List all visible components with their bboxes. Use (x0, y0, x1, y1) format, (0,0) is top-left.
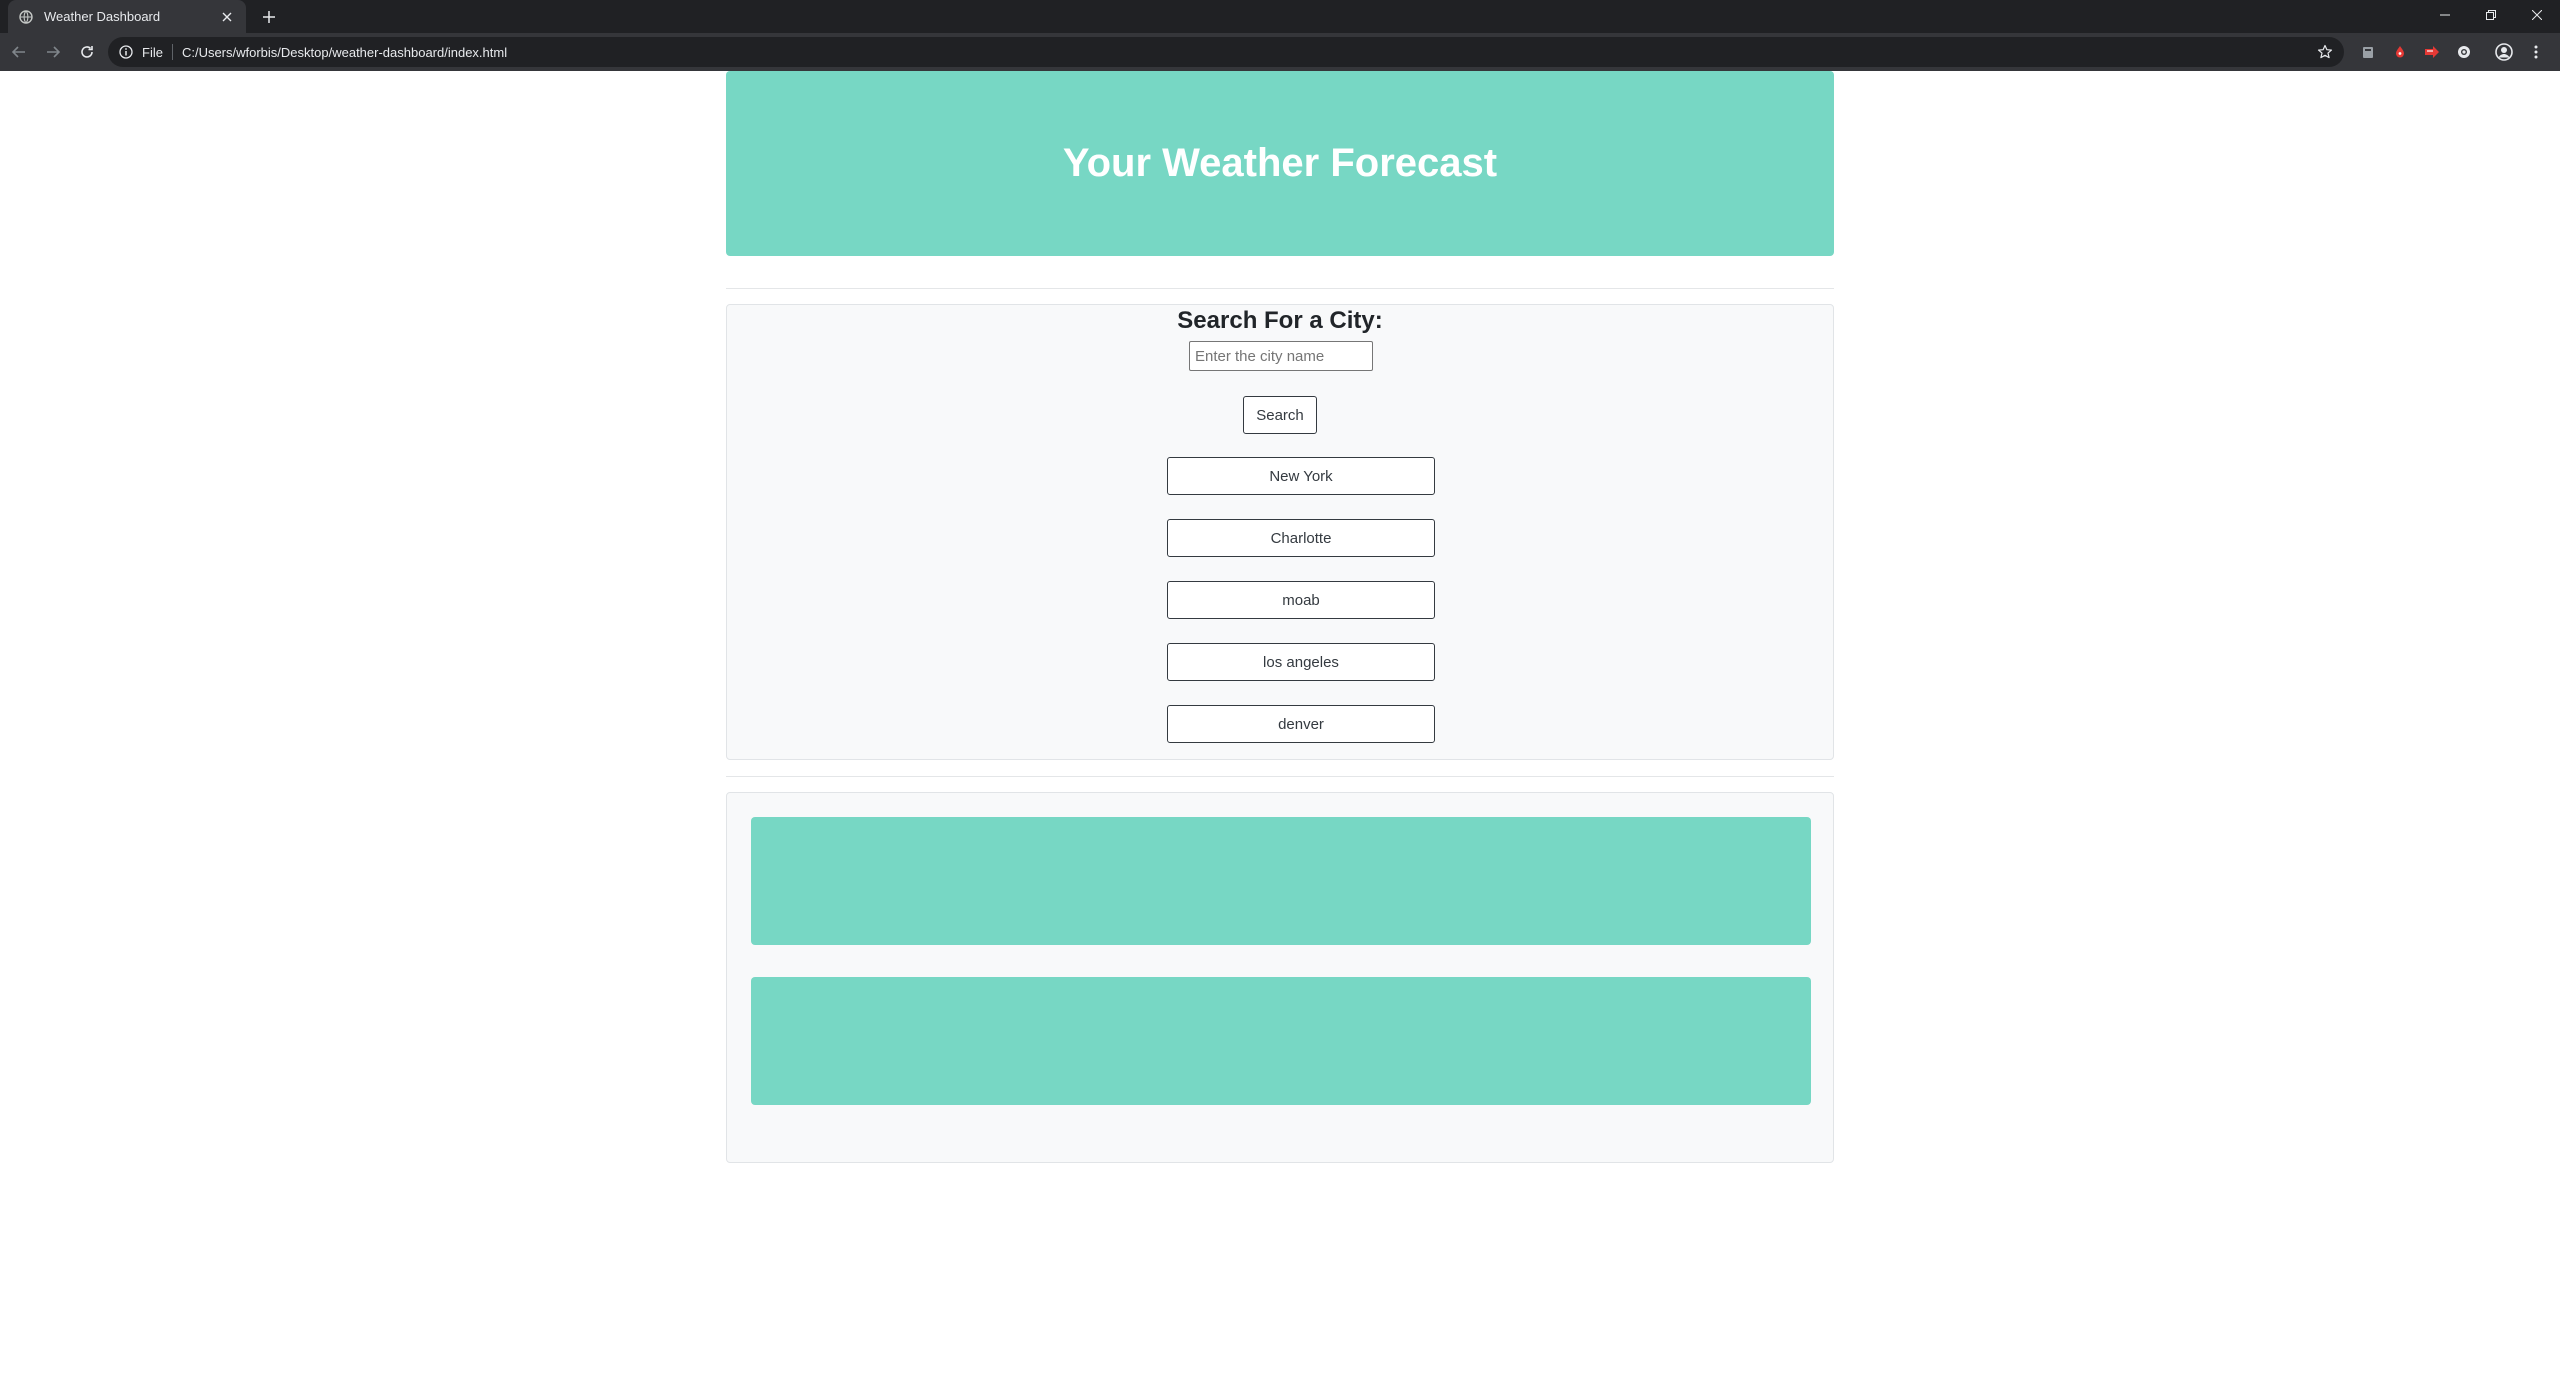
browser-toolbar: File C:/Users/wforbis/Desktop/weather-da… (0, 33, 2560, 71)
url-scheme: File (142, 44, 163, 60)
forward-arrow-icon[interactable] (38, 37, 68, 67)
menu-kebab-icon[interactable] (2520, 37, 2552, 67)
extension-red-arrow-icon[interactable] (2416, 37, 2448, 67)
extensions-area (2352, 37, 2552, 67)
history-city-button[interactable]: moab (1167, 581, 1435, 619)
extension-red-drop-icon[interactable] (2384, 37, 2416, 67)
window-controls (2422, 0, 2560, 30)
history-city-button[interactable]: los angeles (1167, 643, 1435, 681)
browser-tabstrip: Weather Dashboard (0, 0, 2560, 33)
extension-tag-icon[interactable] (2352, 37, 2384, 67)
browser-tab[interactable]: Weather Dashboard (8, 0, 246, 33)
search-panel: Search For a City: Search New York Charl… (726, 304, 1834, 760)
globe-icon (18, 9, 34, 25)
bookmark-star-icon[interactable] (2316, 43, 2334, 61)
main-container: Your Weather Forecast Search For a City:… (726, 71, 1834, 1163)
extension-circle-icon[interactable] (2448, 37, 2480, 67)
minimize-icon[interactable] (2422, 0, 2468, 30)
page-viewport: Your Weather Forecast Search For a City:… (0, 71, 2560, 1400)
new-tab-button[interactable] (258, 6, 280, 28)
close-window-icon[interactable] (2514, 0, 2560, 30)
history-city-button[interactable]: denver (1167, 705, 1435, 743)
current-weather-block (751, 817, 1811, 945)
restore-icon[interactable] (2468, 0, 2514, 30)
history-city-button[interactable]: Charlotte (1167, 519, 1435, 557)
divider (726, 288, 1834, 289)
reload-icon[interactable] (72, 37, 102, 67)
back-arrow-icon[interactable] (4, 37, 34, 67)
omnibox-separator (171, 44, 173, 60)
close-tab-icon[interactable] (218, 8, 236, 26)
header-banner: Your Weather Forecast (726, 71, 1834, 256)
profile-avatar-icon[interactable] (2488, 37, 2520, 67)
city-search-input[interactable] (1189, 341, 1373, 371)
search-button[interactable]: Search (1243, 396, 1317, 434)
page-title: Your Weather Forecast (1062, 141, 1498, 185)
tab-title: Weather Dashboard (44, 9, 161, 24)
search-heading: Search For a City: (1177, 307, 1383, 334)
forecast-panel (726, 792, 1834, 1163)
five-day-forecast-block (751, 977, 1811, 1105)
url-text[interactable]: C:/Users/wforbis/Desktop/weather-dashboa… (182, 45, 507, 60)
address-bar[interactable]: File C:/Users/wforbis/Desktop/weather-da… (108, 37, 2344, 67)
info-icon[interactable] (118, 44, 134, 60)
divider (726, 776, 1834, 777)
history-city-button[interactable]: New York (1167, 457, 1435, 495)
